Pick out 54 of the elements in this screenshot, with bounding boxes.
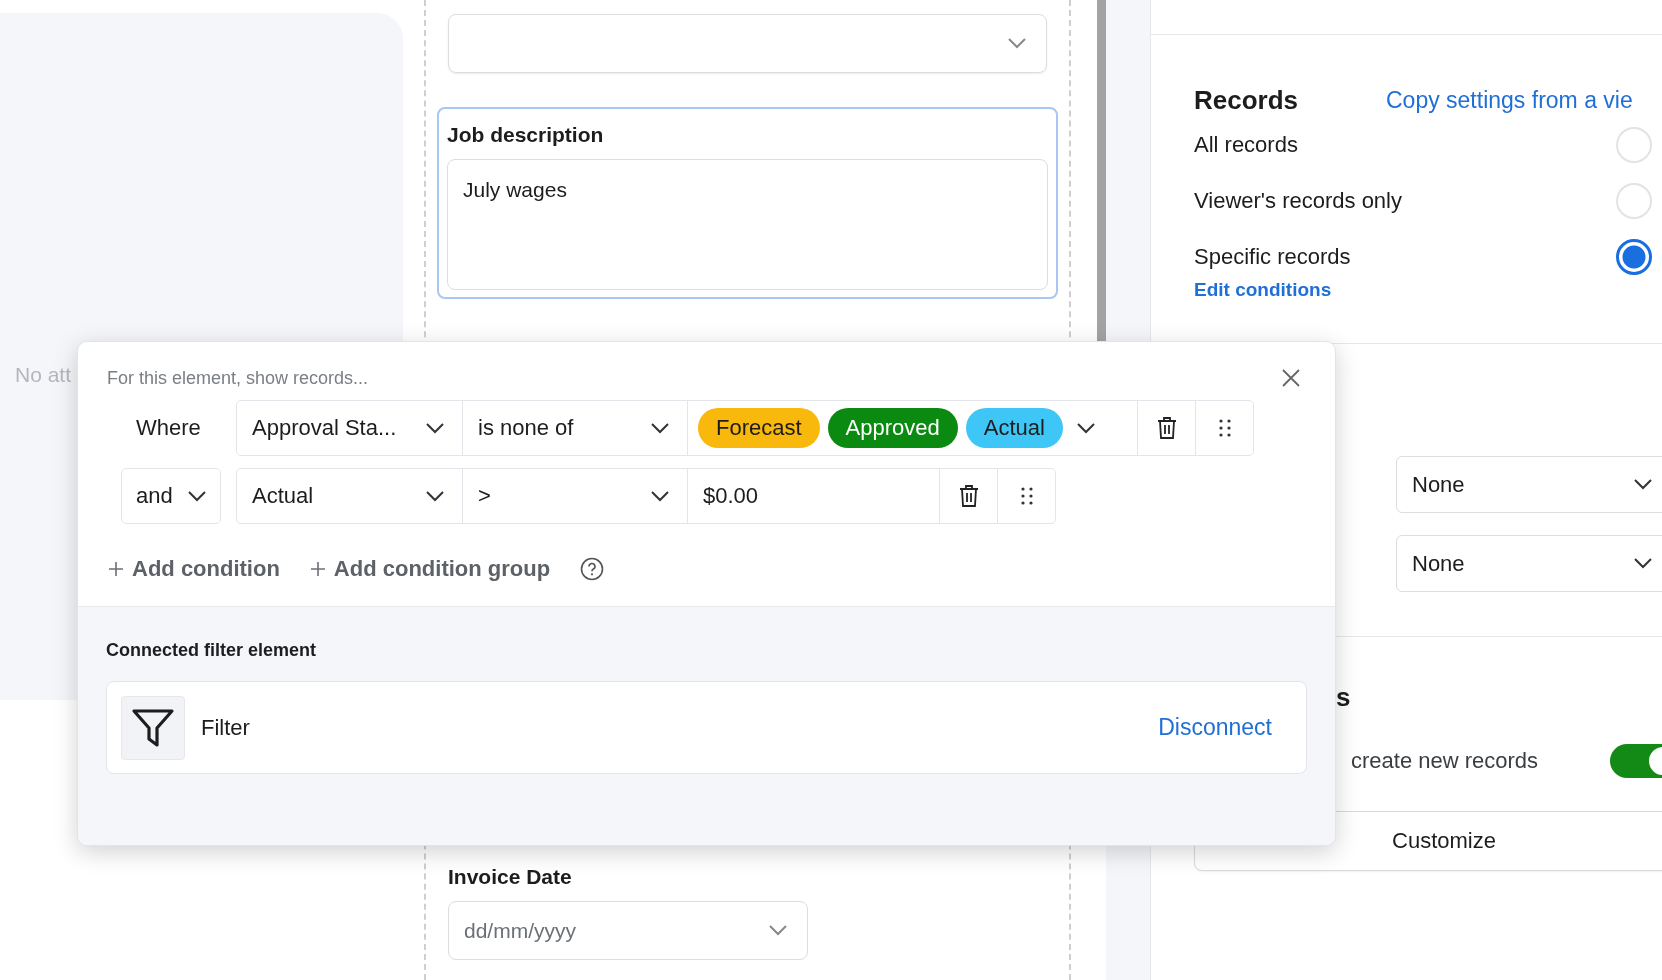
drag-handle-icon xyxy=(1020,486,1033,506)
trash-icon xyxy=(1156,416,1177,440)
footer-title: Connected filter element xyxy=(106,640,318,661)
chevron-down-icon xyxy=(769,925,787,936)
chevron-down-icon xyxy=(426,422,444,434)
condition-label: Where xyxy=(136,415,201,441)
close-icon xyxy=(1281,368,1301,388)
chevron-down-icon xyxy=(651,490,669,502)
scrollbar[interactable] xyxy=(1097,0,1106,341)
dropdown-field[interactable]: None xyxy=(1396,456,1662,513)
add-button[interactable]: Add condition group xyxy=(309,556,551,582)
toggle-label: create new records xyxy=(1351,748,1539,774)
dropdown-field[interactable] xyxy=(448,14,1047,73)
radio-label: Specific records xyxy=(1194,244,1351,270)
chevron-down-icon xyxy=(426,490,444,502)
chevron-down-icon xyxy=(1634,479,1652,490)
plus-icon xyxy=(309,561,326,577)
chevron-down-icon xyxy=(188,490,206,502)
empty-text: No att xyxy=(15,363,72,386)
field-dropdown[interactable]: Actual xyxy=(237,469,462,523)
edit-conditions-link[interactable]: Edit conditions xyxy=(1194,279,1652,301)
value-field[interactable]: $0.00 xyxy=(687,469,939,523)
section-title: s xyxy=(1335,682,1352,714)
radio-label: All records xyxy=(1194,132,1298,158)
plus-icon xyxy=(108,561,124,577)
toggle-switch[interactable] xyxy=(1610,744,1662,778)
date-field[interactable]: dd/mm/yyyy xyxy=(448,901,808,960)
help-icon xyxy=(580,557,605,581)
operator-dropdown[interactable]: > xyxy=(462,469,687,523)
operator-dropdown[interactable]: is none of xyxy=(462,401,687,455)
radio-button[interactable] xyxy=(1616,239,1652,275)
value-dropdown[interactable]: Forecast Approved Actual xyxy=(687,401,1137,455)
chevron-down-icon xyxy=(651,422,669,434)
section-title: Records xyxy=(1194,84,1300,116)
chevron-down-icon xyxy=(1634,558,1652,569)
copy-settings-link[interactable]: Copy settings from a vie xyxy=(1386,86,1633,114)
element-name: Filter xyxy=(201,714,251,741)
option-tag: Forecast xyxy=(698,408,820,448)
disconnect-link[interactable]: Disconnect xyxy=(1158,714,1272,741)
conjunction-dropdown[interactable]: and xyxy=(121,468,221,524)
drag-handle-icon xyxy=(1218,418,1231,438)
dropdown-field[interactable]: None xyxy=(1396,535,1662,592)
trash-icon xyxy=(958,484,979,508)
field-label: Invoice Date xyxy=(448,865,573,889)
field-dropdown[interactable]: Approval Sta... xyxy=(237,401,462,455)
chevron-down-icon xyxy=(1076,422,1095,434)
radio-label: Viewer's records only xyxy=(1194,188,1402,214)
popup-hint: For this element, show records... xyxy=(107,367,369,389)
add-button[interactable]: Add condition xyxy=(108,556,280,582)
option-tag: Approved xyxy=(827,408,958,448)
chevron-down-icon xyxy=(1008,38,1026,49)
option-tag: Actual xyxy=(965,408,1063,448)
field-label: Job description xyxy=(447,123,605,147)
text-area-field[interactable]: July wages xyxy=(447,159,1048,290)
